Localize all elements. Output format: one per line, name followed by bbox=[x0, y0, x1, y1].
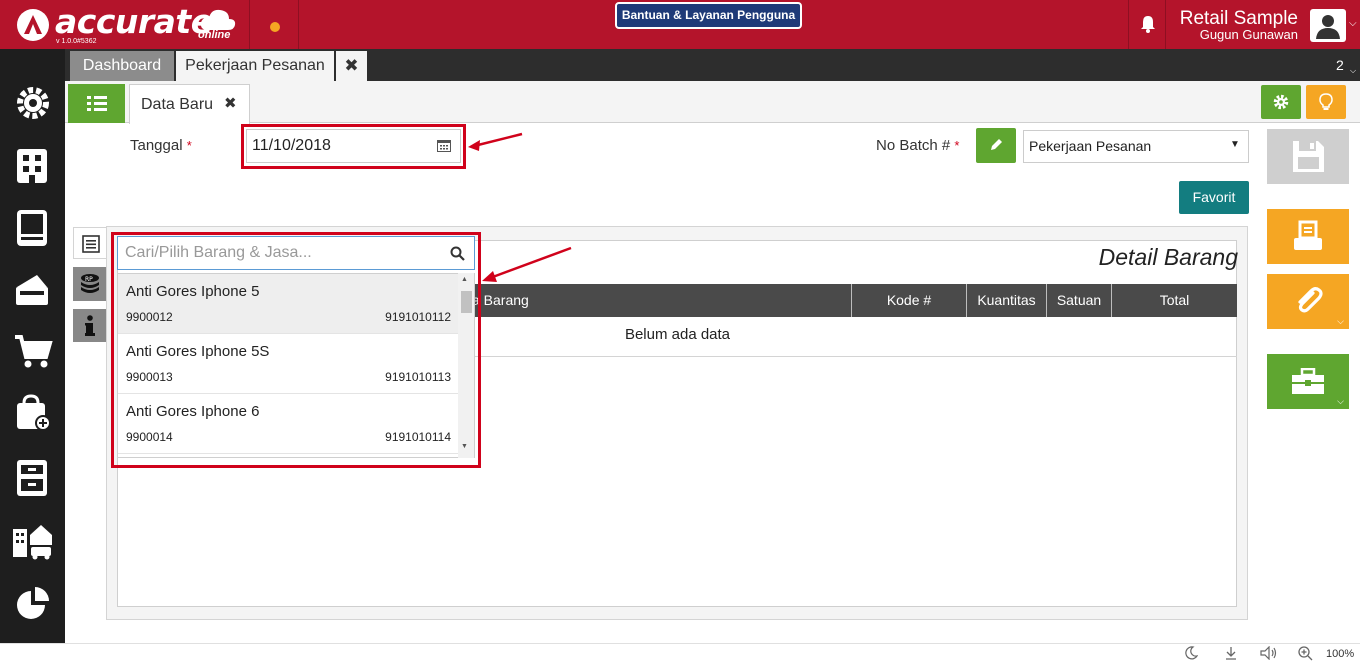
moon-icon[interactable] bbox=[1184, 646, 1199, 663]
form-toolbar bbox=[65, 81, 1360, 123]
toolbox-icon bbox=[1292, 368, 1324, 394]
annotation-highlight-box bbox=[241, 124, 466, 169]
save-button[interactable] bbox=[1267, 129, 1349, 184]
ledger-icon[interactable] bbox=[13, 207, 53, 247]
form-settings-button[interactable] bbox=[1261, 85, 1301, 119]
gear-icon bbox=[1273, 94, 1289, 110]
coins-icon: RP bbox=[81, 274, 99, 293]
no-batch-label: No Batch # * bbox=[876, 137, 959, 154]
user-avatar-icon[interactable] bbox=[1310, 9, 1346, 42]
required-mark: * bbox=[186, 138, 192, 153]
lightbulb-icon bbox=[1319, 93, 1333, 110]
bell-icon bbox=[1141, 16, 1155, 33]
annotation-arrow-icon bbox=[480, 244, 574, 287]
tab-cost[interactable]: RP bbox=[73, 267, 106, 301]
assets-icon[interactable] bbox=[13, 521, 53, 561]
tab-dashboard[interactable]: Dashboard bbox=[70, 51, 174, 81]
settings-icon[interactable] bbox=[13, 83, 53, 123]
chevron-down-icon[interactable]: ⌵ bbox=[1337, 316, 1344, 327]
detail-section-title: Detail Barang bbox=[1098, 244, 1238, 270]
tab-info[interactable] bbox=[73, 309, 106, 342]
more-tools-button[interactable]: ⌵ bbox=[1267, 354, 1349, 409]
app-logo-subtitle: online bbox=[198, 29, 231, 41]
company-icon[interactable] bbox=[13, 145, 53, 185]
chevron-down-icon[interactable]: ⌵ bbox=[1337, 396, 1344, 407]
app-version: v 1.0.0#5362 bbox=[56, 38, 97, 45]
tips-button[interactable] bbox=[1306, 85, 1346, 119]
save-icon bbox=[1293, 141, 1324, 172]
column-header-kode[interactable]: Kode # bbox=[851, 284, 966, 317]
report-chart-icon[interactable] bbox=[13, 583, 53, 623]
no-batch-label-text: No Batch # bbox=[876, 137, 951, 154]
column-header-satuan[interactable]: Satuan bbox=[1046, 284, 1111, 317]
download-icon[interactable] bbox=[1224, 646, 1238, 663]
header-divider bbox=[249, 0, 250, 49]
column-header-total[interactable]: Total bbox=[1111, 284, 1237, 317]
attachment-button[interactable]: ⌵ bbox=[1267, 274, 1349, 329]
zoom-in-icon[interactable] bbox=[1298, 646, 1313, 664]
column-header-kuantitas[interactable]: Kuantitas bbox=[966, 284, 1046, 317]
tanggal-label-text: Tanggal bbox=[130, 137, 183, 154]
purchase-add-icon[interactable] bbox=[13, 393, 53, 433]
browser-status-bar bbox=[0, 643, 1360, 667]
speaker-icon[interactable] bbox=[1260, 645, 1278, 663]
user-name[interactable]: Gugun Gunawan bbox=[1172, 28, 1298, 42]
svg-text:RP: RP bbox=[85, 276, 93, 283]
document-list-icon bbox=[82, 235, 100, 253]
zoom-level[interactable]: 100% bbox=[1326, 648, 1354, 660]
annotation-arrow-icon bbox=[466, 130, 524, 155]
list-icon bbox=[87, 96, 107, 111]
close-form-icon[interactable]: ✖ bbox=[224, 84, 237, 124]
tanggal-label: Tanggal * bbox=[130, 137, 192, 154]
tab-detail-items[interactable] bbox=[73, 227, 106, 259]
close-tab-icon[interactable]: ✖ bbox=[336, 51, 367, 81]
inventory-icon[interactable] bbox=[13, 457, 53, 497]
edit-batch-button[interactable] bbox=[976, 128, 1016, 163]
tab-data-baru-label: Data Baru bbox=[141, 96, 214, 113]
list-view-button[interactable] bbox=[68, 84, 125, 123]
tab-pekerjaan-pesanan[interactable]: Pekerjaan Pesanan bbox=[176, 51, 334, 81]
favorit-button[interactable]: Favorit bbox=[1179, 181, 1249, 214]
payment-icon[interactable] bbox=[13, 269, 53, 309]
chevron-down-icon[interactable]: ⌵ bbox=[1349, 18, 1357, 29]
main-sidebar bbox=[0, 49, 65, 643]
annotation-highlight-box bbox=[111, 232, 481, 468]
attachment-icon bbox=[1298, 287, 1323, 313]
help-support-button[interactable]: Bantuan & Layanan Pengguna bbox=[615, 2, 802, 29]
open-tabs-counter[interactable]: 2 bbox=[1322, 49, 1360, 81]
chevron-down-icon[interactable]: ⌵ bbox=[1350, 66, 1356, 76]
required-mark: * bbox=[954, 138, 960, 153]
cart-icon[interactable] bbox=[13, 331, 53, 371]
batch-type-select[interactable]: Pekerjaan Pesanan bbox=[1023, 130, 1249, 163]
notifications-button[interactable] bbox=[1128, 0, 1166, 49]
print-button[interactable] bbox=[1267, 209, 1349, 264]
app-logo-text[interactable]: accurate bbox=[55, 2, 213, 42]
dropdown-arrow-icon[interactable]: ▼ bbox=[1230, 139, 1240, 150]
notification-dot-icon[interactable] bbox=[270, 22, 280, 32]
print-icon bbox=[1294, 220, 1322, 250]
accurate-logo-icon[interactable] bbox=[17, 9, 49, 41]
info-icon bbox=[85, 315, 95, 336]
header-divider bbox=[298, 0, 299, 49]
pencil-icon bbox=[991, 139, 1002, 150]
